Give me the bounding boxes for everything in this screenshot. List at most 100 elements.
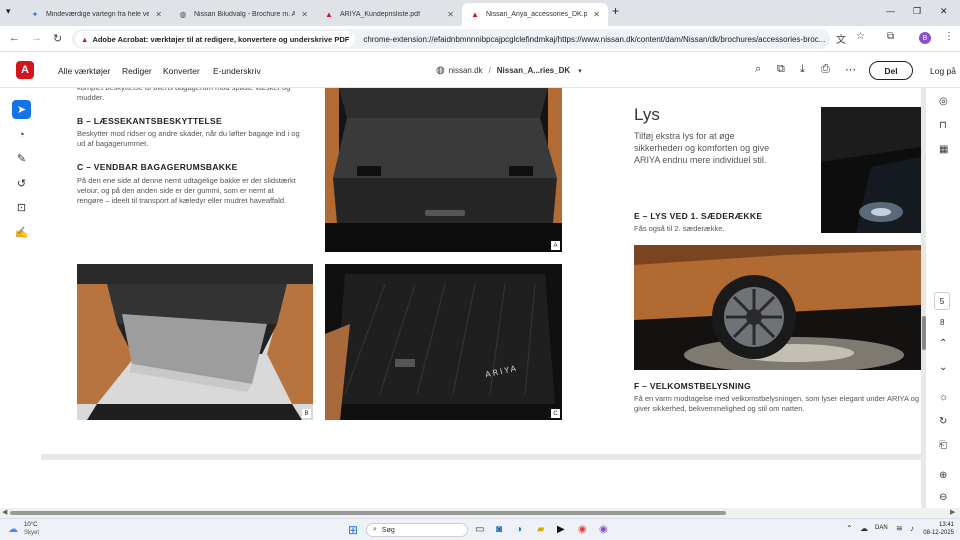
pdf-viewer[interactable]: komplet beskyttelse af bilens bagagerum … (41, 88, 926, 508)
section-b-title: B – LÆSSEKANTSBESKYTTELSE (77, 116, 222, 126)
maximize-icon[interactable]: ❐ (913, 6, 921, 17)
extension-chip[interactable]: ▲ Adobe Acrobat: værktøjer til at redige… (75, 31, 356, 47)
translate-icon[interactable]: 文 (836, 31, 846, 46)
tab-search-icon[interactable]: ▾ (6, 6, 11, 17)
forward-icon[interactable]: → (31, 32, 42, 44)
doc-name: Nissan_A...ries_DK (496, 66, 571, 75)
doc-separator: / (488, 66, 491, 75)
ai-assistant-icon[interactable]: ◎ (939, 96, 948, 107)
close-tab-icon[interactable]: ✕ (593, 10, 600, 19)
select-cursor-icon[interactable]: ➤ (12, 100, 31, 119)
photo-tag-c: C (551, 409, 560, 418)
highlight-pen-icon[interactable]: ✎ (12, 149, 31, 168)
wifi-icon[interactable]: ≋ (896, 524, 903, 533)
windows-taskbar: ☁ 10°C Skyet ⊞ ⌕ Søg ▭ ◙ ◑ ▰ ▶ ◉ ◉ ⌃ ☁ D… (0, 518, 960, 540)
download-icon[interactable]: ⤓ (800, 63, 805, 76)
tab-ariya-accessories[interactable]: ▲ Nissan_Ariya_accessories_DK.pdf ✕ (462, 3, 608, 26)
zoom-in-icon[interactable]: ⊕ (939, 470, 947, 481)
comment-icon[interactable]: ◔ (12, 125, 31, 144)
back-icon[interactable]: ← (9, 32, 20, 44)
menu-esign[interactable]: E-underskriv (213, 66, 261, 76)
lys-title: Lys (634, 105, 660, 124)
doc-domain: nissan.dk (448, 66, 483, 75)
section-b-text: Beskytter mod ridser og andre skader, nå… (77, 129, 300, 148)
page-number-box[interactable]: 5 (934, 292, 950, 310)
system-tray-chevron-icon[interactable]: ⌃ (846, 524, 853, 533)
chrome-profile-icon[interactable]: ◉ (599, 524, 608, 535)
print-icon[interactable]: ⎙ (821, 63, 830, 76)
sign-icon[interactable]: ✍ (12, 223, 31, 242)
acrobat-toolbar: A Alle værktøjer Rediger Konverter E-und… (0, 52, 960, 88)
zoom-out-icon[interactable]: ⊖ (939, 492, 947, 503)
task-view-icon[interactable]: ▭ (475, 524, 484, 535)
chrome-icon[interactable]: ◉ (578, 524, 587, 535)
reload-icon[interactable]: ↻ (53, 32, 62, 45)
edge-icon[interactable]: ◑ (516, 524, 522, 535)
close-tab-icon[interactable]: ✕ (155, 10, 162, 19)
scroll-left-icon[interactable]: ◀ (2, 508, 7, 516)
search-icon[interactable]: ⌕ (755, 63, 761, 76)
more-options-icon[interactable]: ⋯ (845, 63, 856, 76)
url-text[interactable]: chrome-extension://efaidnbmnnnibpcajpcgl… (363, 35, 830, 44)
section-f-title: F – VELKOMSTBELYSNING (634, 381, 751, 391)
globe-icon: ◍ (436, 65, 445, 76)
menu-edit[interactable]: Rediger (122, 66, 152, 76)
left-tool-rail: ➤ ◔ ✎ ↺ ⊡ ✍ (0, 88, 41, 508)
browser-tab-strip: ✦ Mindeværdige vartegn fra hele verd ✕ ◍… (0, 0, 960, 26)
brightness-icon[interactable]: ☼ (939, 392, 948, 403)
login-link[interactable]: Log på (930, 66, 956, 76)
browser-menu-icon[interactable]: ⋮ (944, 31, 954, 42)
weather-cloud-icon[interactable]: ☁ (8, 524, 18, 535)
omnibox[interactable]: ▲ Adobe Acrobat: værktøjer til at redige… (72, 29, 830, 49)
close-window-icon[interactable]: ✕ (940, 6, 948, 17)
tab-ariya-prisliste[interactable]: ▲ ARIYA_Kundeprisliste.pdf ✕ (316, 3, 462, 26)
clock-time[interactable]: 13:41 (924, 522, 954, 528)
extension-chip-label: Adobe Acrobat: værktøjer til at redigere… (92, 34, 350, 44)
file-explorer-icon[interactable]: ▰ (537, 524, 545, 535)
pdf-page-next (41, 460, 921, 508)
windows-start-icon[interactable]: ⊞ (348, 523, 358, 537)
share-button[interactable]: Del (869, 61, 913, 80)
acrobat-logo-icon[interactable]: A (16, 61, 34, 79)
section-c-text: På den ene side af denne nemt udtagelige… (77, 176, 296, 205)
tab-title: Mindeværdige vartegn fra hele verd (46, 11, 150, 18)
pdf-icon: ▲ (325, 10, 333, 19)
cloud-sync-icon[interactable]: ☁ (860, 524, 868, 533)
bookmark-icon[interactable]: ⊓ (939, 120, 947, 131)
chevron-up-icon[interactable]: ⌃ (939, 338, 947, 349)
document-indicator[interactable]: ◍ nissan.dk / Nissan_A...ries_DK ▾ (436, 65, 582, 76)
trunk-tray-illustration (325, 264, 562, 420)
horizontal-scrollbar-thumb[interactable] (10, 511, 726, 515)
scroll-right-icon[interactable]: ▶ (950, 508, 955, 516)
text-box-icon[interactable]: ⊡ (12, 198, 31, 217)
bookmark-star-icon[interactable]: ☆ (856, 31, 865, 42)
horizontal-scrollbar[interactable]: ◀ ▶ (0, 508, 960, 518)
weather-temp: 10°C (24, 522, 38, 528)
vertical-scrollbar-thumb[interactable] (922, 316, 926, 350)
menu-convert[interactable]: Konverter (163, 66, 200, 76)
page-thumbnails-icon[interactable]: ⧉ (777, 63, 785, 76)
outlook-icon[interactable]: ◙ (496, 524, 502, 535)
menu-all-tools[interactable]: Alle værktøjer (58, 66, 110, 76)
close-tab-icon[interactable]: ✕ (301, 10, 308, 19)
clock-date[interactable]: 08-12-2025 (914, 530, 954, 536)
intro-text: komplet beskyttelse af bilens bagagerum … (77, 88, 290, 102)
freehand-draw-icon[interactable]: ↺ (12, 174, 31, 193)
tab-nissan-biludvalg[interactable]: ◍ Nissan Biludvalg - Brochure m. Alle ✕ (170, 3, 316, 26)
page-fit-icon[interactable]: ⎗ (939, 440, 947, 451)
weather-desc: Skyet (24, 530, 40, 536)
media-player-icon[interactable]: ▶ (557, 524, 565, 535)
chevron-down-icon[interactable]: ⌄ (939, 362, 947, 373)
profile-avatar[interactable]: B (919, 32, 931, 44)
tab-landmarks[interactable]: ✦ Mindeværdige vartegn fra hele verd ✕ (22, 3, 170, 26)
new-tab-button[interactable]: + (612, 4, 619, 18)
grid-icon[interactable]: ▦ (939, 144, 948, 155)
photo-loading-edge: B (77, 264, 313, 420)
close-tab-icon[interactable]: ✕ (447, 10, 454, 19)
rotate-icon[interactable]: ↻ (939, 416, 947, 427)
photo-tag-b: B (302, 409, 311, 418)
minimize-icon[interactable]: — (886, 6, 895, 16)
taskbar-search-box[interactable]: ⌕ Søg (366, 523, 468, 537)
extensions-icon[interactable]: ⧉ (887, 31, 894, 42)
language-indicator[interactable]: DAN (875, 525, 888, 531)
